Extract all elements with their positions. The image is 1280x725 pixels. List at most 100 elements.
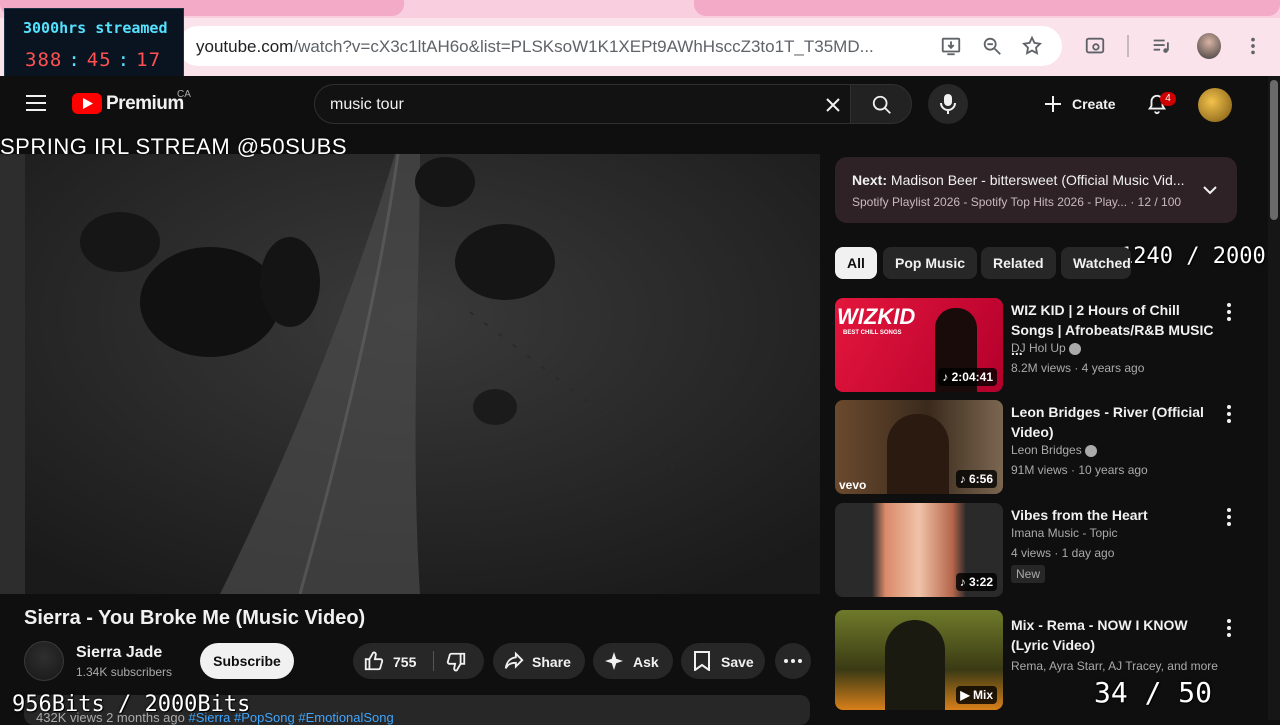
logo-premium-text[interactable]: Premium (106, 93, 184, 115)
profile-avatar[interactable] (1197, 33, 1221, 59)
chip-all[interactable]: All (835, 247, 877, 279)
thumbnail[interactable]: vevo ♪ 6:56 (835, 400, 1003, 494)
browser-tab-active[interactable] (694, 0, 1280, 16)
thumbnail-text: WIZKID (837, 304, 916, 329)
dislike-button[interactable] (441, 643, 484, 679)
media-control-icon[interactable] (1150, 35, 1172, 57)
duration-text: Mix (972, 688, 993, 702)
recommendation-item[interactable]: ▶ Mix Mix - Rema - NOW I KNOW (Lyric Vid… (835, 610, 1240, 710)
search-icon (872, 95, 891, 114)
playlist-panel[interactable]: Next: Madison Beer - bittersweet (Offici… (835, 157, 1237, 223)
thumbnail-subtext: BEST CHILL SONGS (843, 330, 902, 336)
duration-badge: ♪ 2:04:41 (938, 368, 997, 386)
timer-hours: 388 (25, 49, 63, 71)
thumbnail-person (887, 414, 949, 494)
timer-digits: 388:45:17 (25, 49, 162, 71)
bits-counter-overlay: 956Bits / 2000Bits (12, 692, 251, 717)
channel-name-text: Leon Bridges (1011, 443, 1082, 457)
timer-title: 3000hrs streamed (23, 19, 168, 37)
recommendation-title[interactable]: Vibes from the Heart (1011, 505, 1219, 525)
more-vertical-icon[interactable] (1223, 618, 1235, 638)
duration-text: 3:22 (968, 575, 993, 589)
address-bar[interactable]: youtube.com/watch?v=cX3c1ltAH6o&list=PLS… (178, 26, 1062, 66)
duration-text: 2:04:41 (951, 370, 993, 384)
like-divider (433, 651, 434, 671)
share-label: Share (532, 654, 571, 670)
create-button[interactable]: Create (1032, 84, 1128, 124)
video-frame (0, 132, 820, 594)
save-button[interactable]: Save (681, 643, 765, 679)
chip-related[interactable]: Related (981, 247, 1056, 279)
page-scrollbar[interactable] (1268, 76, 1280, 720)
next-prefix: Next: (852, 172, 888, 188)
hamburger-menu-icon[interactable] (26, 94, 46, 112)
chip-watched[interactable]: Watched (1061, 247, 1131, 279)
tab-search-icon[interactable] (1084, 35, 1106, 57)
scrollbar-thumb[interactable] (1270, 80, 1278, 220)
clear-search-icon[interactable] (825, 97, 841, 113)
playlist-subtitle: Spotify Playlist 2026 - Spotify Top Hits… (852, 195, 1182, 209)
thumbnail[interactable]: WIZKID BEST CHILL SONGS ♪ 2:04:41 (835, 298, 1003, 392)
browser-toolbar: youtube.com/watch?v=cX3c1ltAH6o&list=PLS… (0, 18, 1280, 76)
next-title: Madison Beer - bittersweet (Official Mus… (890, 172, 1185, 188)
like-dislike-group: 755 (353, 643, 484, 679)
recommendation-channel[interactable]: DJ Hol Up (1011, 341, 1082, 355)
subscribe-button[interactable]: Subscribe (200, 643, 294, 679)
save-label: Save (721, 654, 754, 670)
youtube-logo-icon[interactable] (72, 93, 102, 114)
verified-icon (1085, 444, 1098, 457)
timer-minutes: 45 (86, 49, 112, 71)
more-vertical-icon[interactable] (1223, 404, 1235, 424)
chip-pop-music[interactable]: Pop Music (883, 247, 978, 279)
video-player[interactable] (0, 132, 820, 594)
recommendation-title[interactable]: Leon Bridges - River (Official Video) (1011, 402, 1219, 442)
more-vertical-icon[interactable] (1223, 302, 1235, 322)
vevo-logo: vevo (839, 478, 867, 492)
playlist-next-line: Next: Madison Beer - bittersweet (Offici… (852, 172, 1192, 188)
new-badge: New (1011, 565, 1046, 583)
video-title: Sierra - You Broke Me (Music Video) (24, 607, 366, 629)
thumbnail[interactable]: ▶ Mix (835, 610, 1003, 710)
notification-count-badge: 4 (1160, 92, 1176, 106)
duration-badge: ▶ Mix (956, 686, 997, 704)
recommendation-meta: 8.2M views · 4 years ago (1011, 361, 1145, 375)
install-app-icon[interactable] (940, 35, 962, 57)
search-button[interactable] (850, 84, 912, 124)
stream-title-overlay: SPRING IRL STREAM @50SUBS (0, 134, 347, 159)
share-button[interactable]: Share (493, 643, 585, 679)
channel-name[interactable]: Sierra Jade (76, 644, 162, 662)
microphone-icon (940, 94, 956, 114)
recommendation-channel[interactable]: Leon Bridges (1011, 443, 1098, 457)
more-horizontal-icon (784, 659, 802, 663)
bookmark-star-icon[interactable] (1021, 35, 1043, 57)
account-avatar[interactable] (1198, 88, 1232, 122)
recommendation-item[interactable]: ♪ 3:22 Vibes from the Heart Imana Music … (835, 503, 1240, 599)
sparkle-icon (605, 652, 623, 670)
more-vertical-icon[interactable] (1223, 507, 1235, 527)
ask-label: Ask (633, 654, 659, 670)
channel-avatar[interactable] (24, 641, 64, 681)
like-button[interactable]: 755 (353, 643, 441, 679)
search-input[interactable]: music tour (314, 84, 850, 124)
recommendation-channel[interactable]: Rema, Ayra Starr, AJ Tracey, and more (1011, 659, 1218, 673)
recommendation-title[interactable]: Mix - Rema - NOW I KNOW (Lyric Video) (1011, 615, 1219, 655)
recommendation-item[interactable]: vevo ♪ 6:56 Leon Bridges - River (Offici… (835, 400, 1240, 496)
bookmark-icon (694, 651, 710, 671)
duration-text: 6:56 (968, 472, 993, 486)
browser-menu-icon[interactable] (1242, 35, 1264, 57)
more-actions-button[interactable] (775, 643, 811, 679)
thumbnail[interactable]: ♪ 3:22 (835, 503, 1003, 597)
chevron-down-icon[interactable] (1203, 183, 1217, 197)
region-code: CA (177, 89, 191, 100)
ask-button[interactable]: Ask (593, 643, 673, 679)
url-path: /watch?v=cX3c1ltAH6o&list=PLSKsoW1K1XEPt… (293, 37, 874, 56)
stream-timer-overlay: 3000hrs streamed 388:45:17 (4, 8, 184, 82)
goal-counter-overlay: 1240 / 2000 (1120, 244, 1266, 269)
recommendation-item[interactable]: WIZKID BEST CHILL SONGS ♪ 2:04:41 WIZ KI… (835, 298, 1240, 394)
url-text[interactable]: youtube.com/watch?v=cX3c1ltAH6o&list=PLS… (196, 37, 906, 57)
create-label: Create (1072, 96, 1116, 112)
recommendation-meta: 91M views · 10 years ago (1011, 463, 1148, 477)
recommendation-channel[interactable]: Imana Music - Topic (1011, 526, 1117, 540)
zoom-icon[interactable] (981, 35, 1003, 57)
voice-search-button[interactable] (928, 84, 968, 124)
